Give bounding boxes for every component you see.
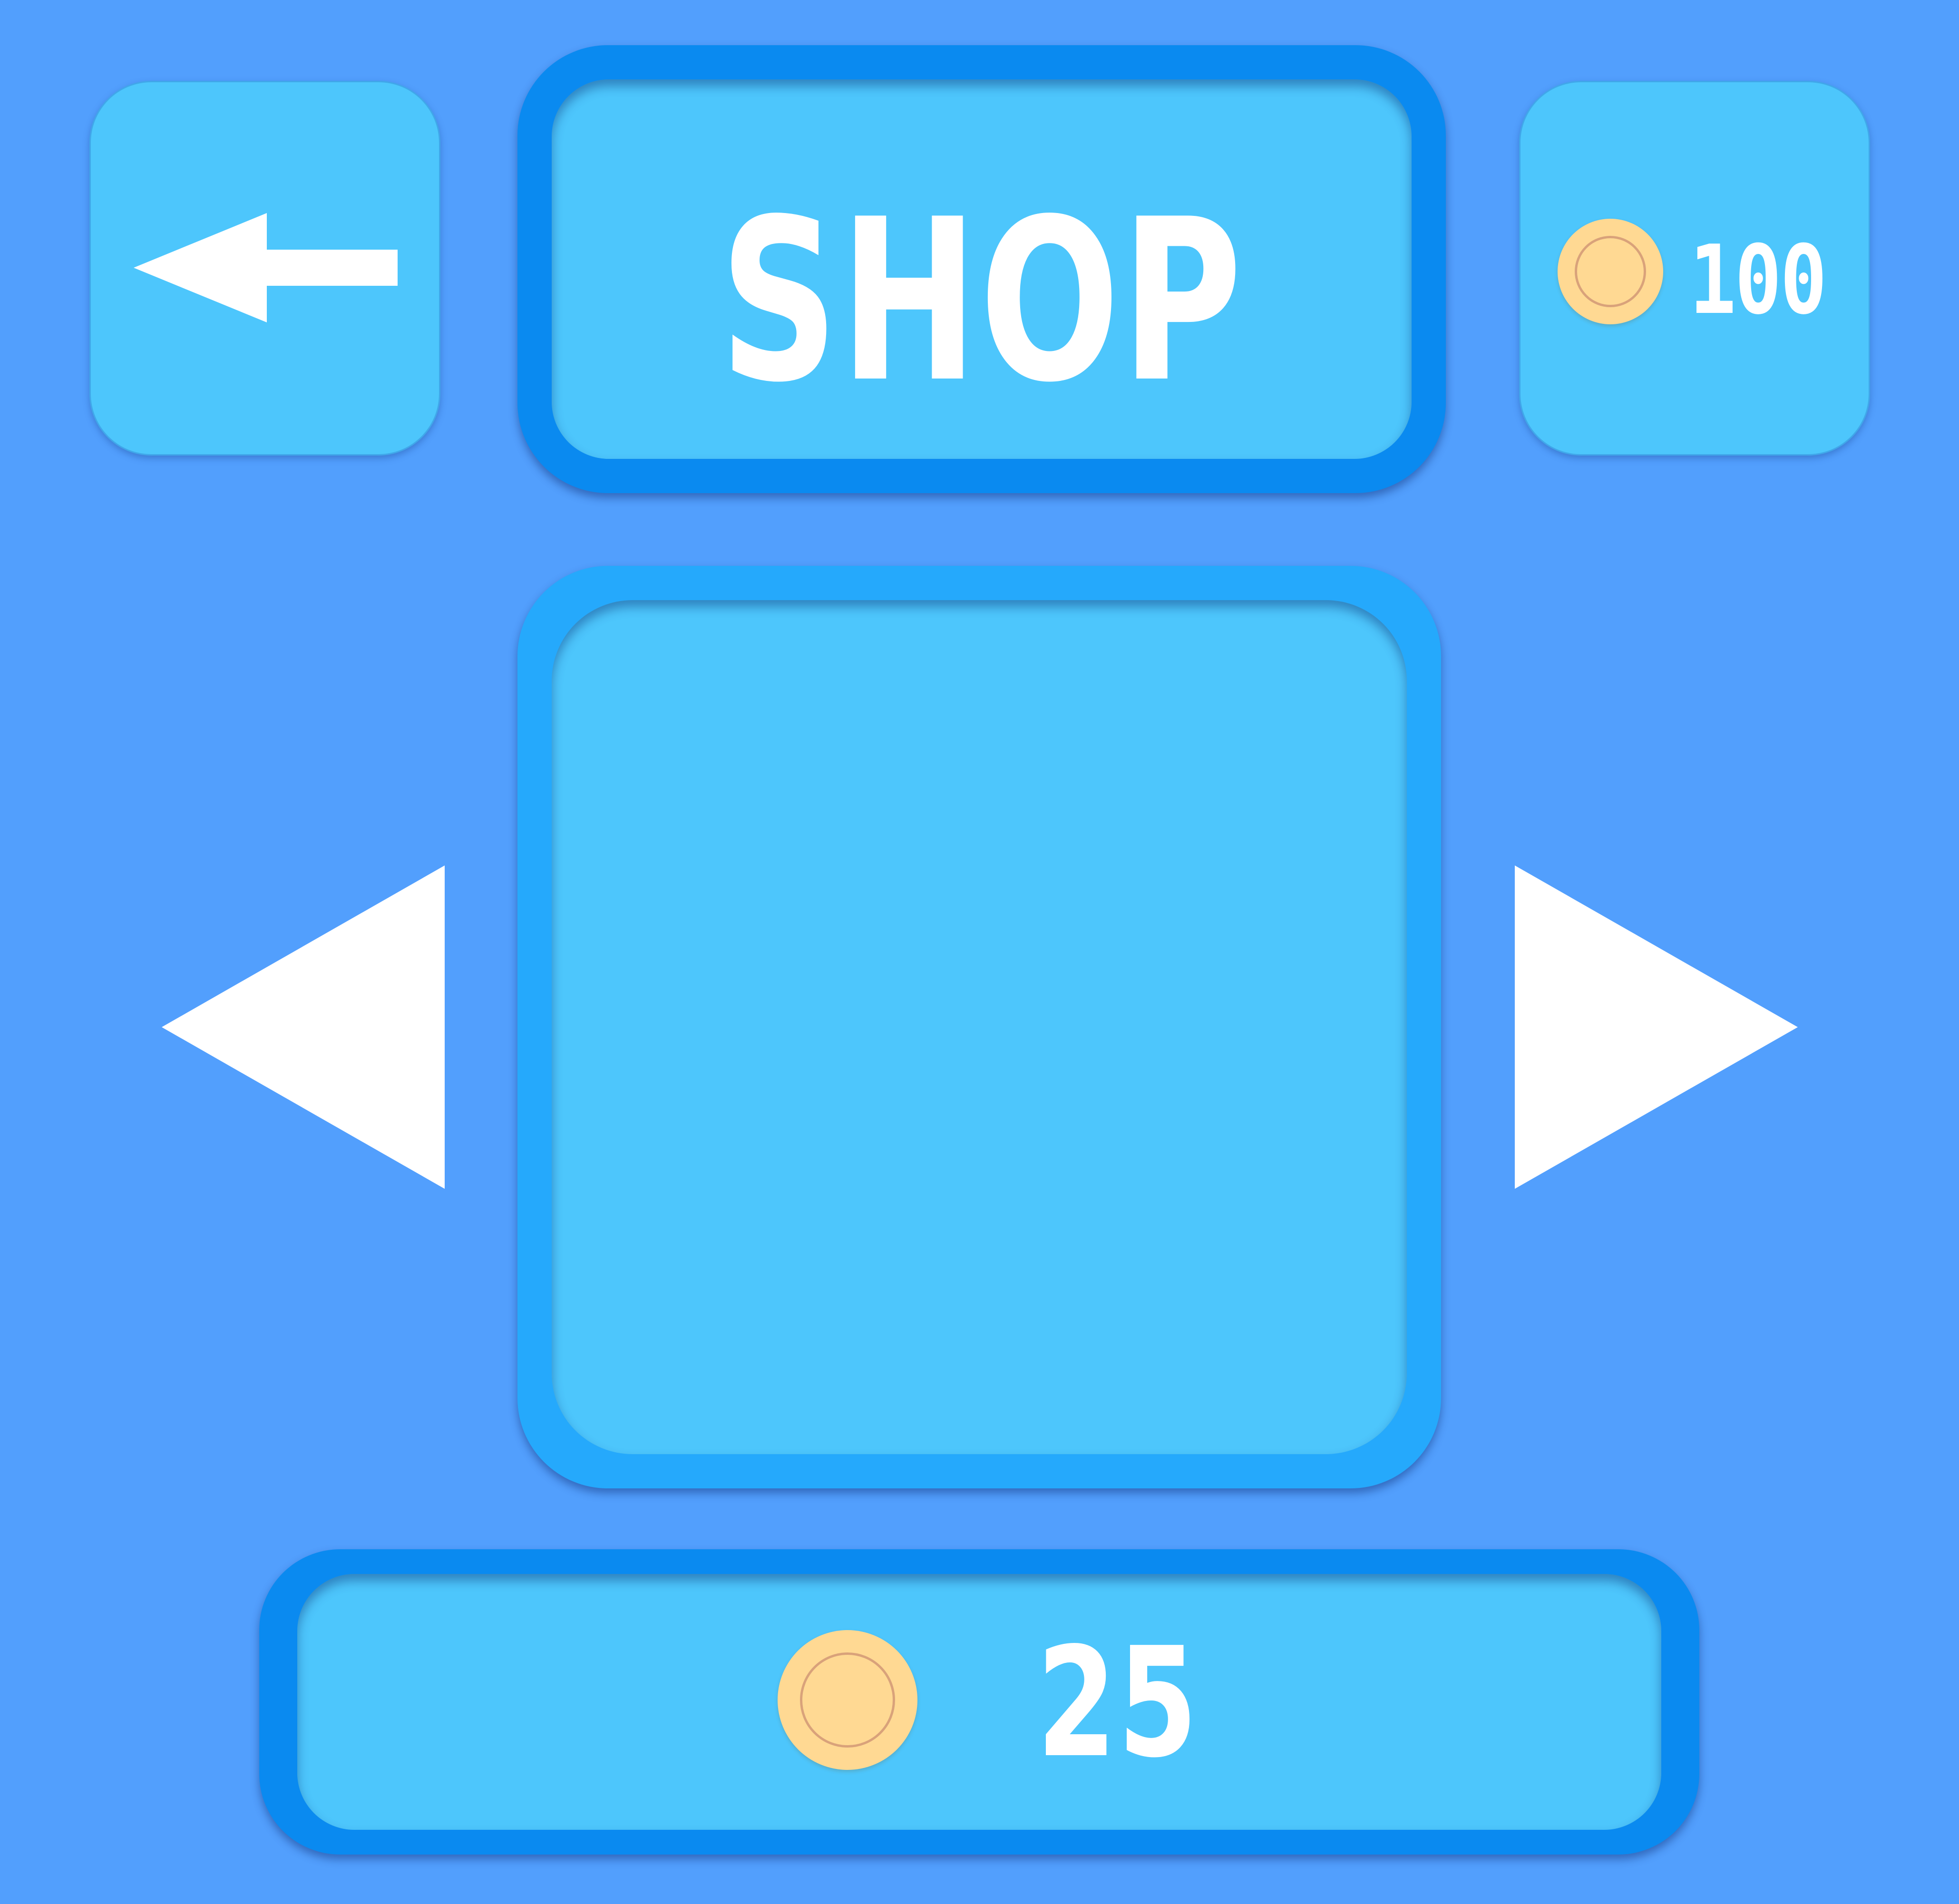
page-title: SHOP bbox=[720, 171, 1244, 431]
coin-icon bbox=[1558, 219, 1663, 324]
coin-balance: 100 bbox=[1519, 81, 1870, 456]
back-button[interactable] bbox=[89, 81, 440, 456]
coin-icon bbox=[778, 1630, 917, 1770]
triangle-left-icon[interactable] bbox=[162, 865, 447, 1189]
item-preview bbox=[552, 600, 1407, 1454]
price-panel: 25 bbox=[297, 1574, 1661, 1830]
item-preview-frame bbox=[517, 566, 1441, 1488]
triangle-right-icon[interactable] bbox=[1515, 865, 1800, 1189]
coin-balance-value: 100 bbox=[1689, 225, 1827, 336]
price-value: 25 bbox=[1037, 1615, 1199, 1791]
buy-button[interactable]: 25 bbox=[259, 1549, 1699, 1855]
arrow-left-icon bbox=[134, 213, 398, 322]
title-panel: SHOP bbox=[552, 79, 1412, 459]
title-banner: SHOP bbox=[517, 45, 1446, 493]
